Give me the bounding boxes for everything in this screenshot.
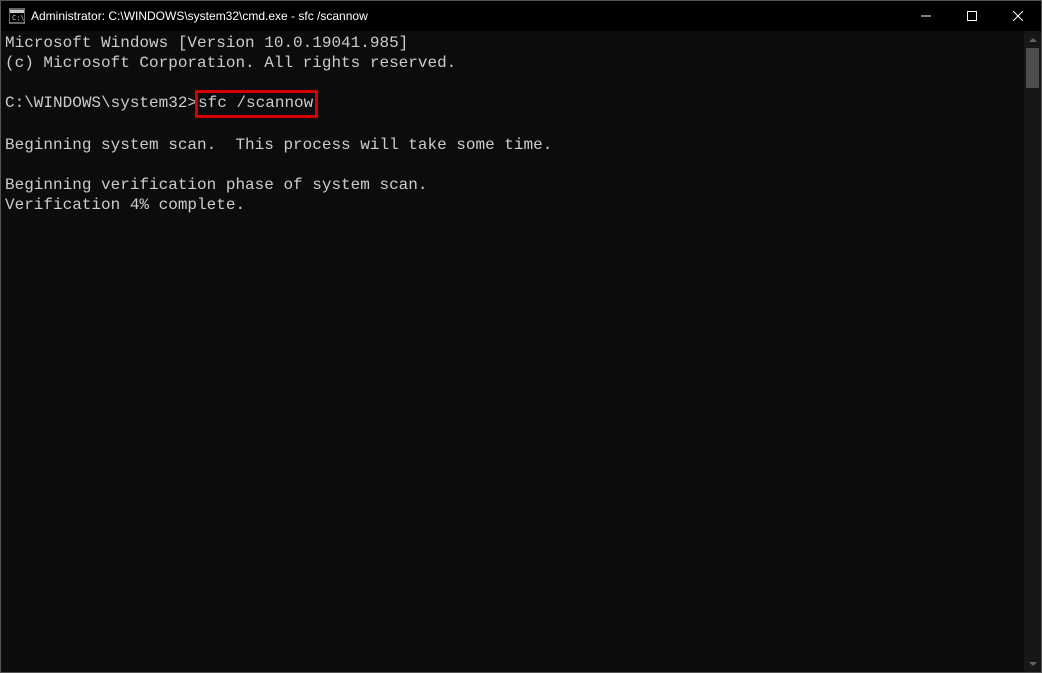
output-line: Verification 4% complete. xyxy=(5,196,245,214)
prompt: C:\WINDOWS\system32> xyxy=(5,94,197,112)
terminal-output[interactable]: Microsoft Windows [Version 10.0.19041.98… xyxy=(1,31,1024,672)
window-controls xyxy=(903,1,1041,31)
command-text: sfc /scannow xyxy=(198,94,313,112)
vertical-scrollbar[interactable] xyxy=(1024,31,1041,672)
titlebar[interactable]: C:\ Administrator: C:\WINDOWS\system32\c… xyxy=(1,1,1041,31)
output-line: (c) Microsoft Corporation. All rights re… xyxy=(5,54,456,72)
content-area: Microsoft Windows [Version 10.0.19041.98… xyxy=(1,31,1041,672)
scroll-track[interactable] xyxy=(1024,48,1041,655)
close-button[interactable] xyxy=(995,1,1041,31)
cmd-window: C:\ Administrator: C:\WINDOWS\system32\c… xyxy=(0,0,1042,673)
scroll-up-arrow-icon[interactable] xyxy=(1024,31,1041,48)
cmd-icon: C:\ xyxy=(9,8,25,24)
output-line: Microsoft Windows [Version 10.0.19041.98… xyxy=(5,34,408,52)
minimize-button[interactable] xyxy=(903,1,949,31)
scroll-thumb[interactable] xyxy=(1026,48,1039,88)
scroll-down-arrow-icon[interactable] xyxy=(1024,655,1041,672)
output-line: Beginning verification phase of system s… xyxy=(5,176,427,194)
maximize-button[interactable] xyxy=(949,1,995,31)
window-title: Administrator: C:\WINDOWS\system32\cmd.e… xyxy=(31,9,903,23)
svg-text:C:\: C:\ xyxy=(12,14,25,22)
output-line: Beginning system scan. This process will… xyxy=(5,136,552,154)
command-highlight: sfc /scannow xyxy=(195,90,318,118)
